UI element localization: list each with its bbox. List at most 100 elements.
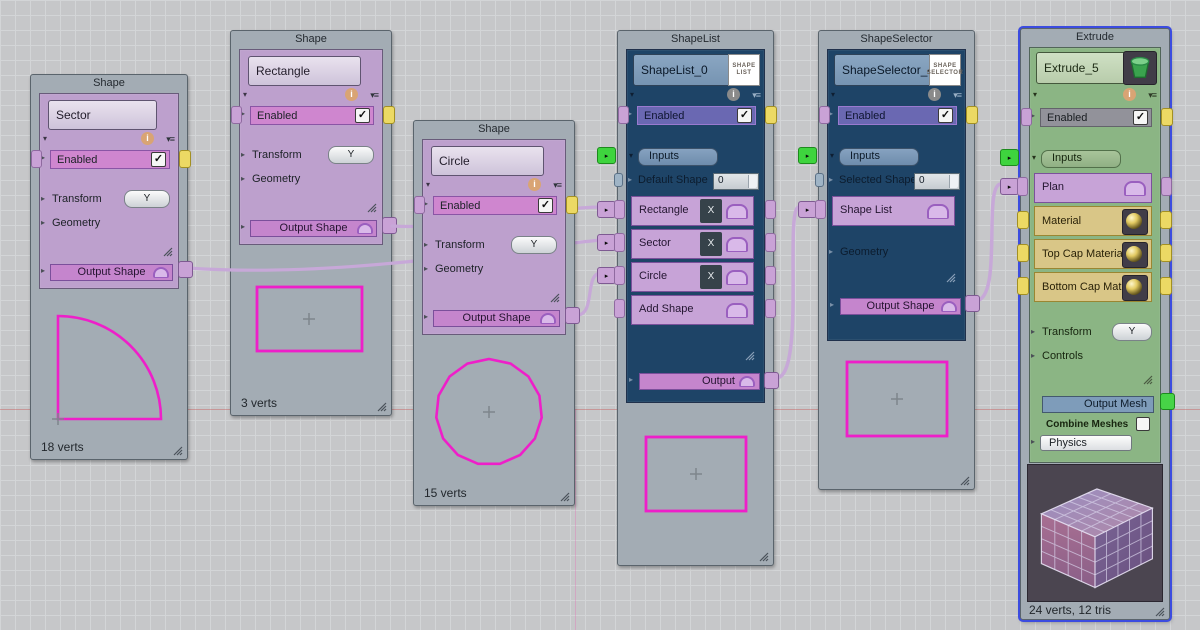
port-inputs-group[interactable]: ▸ <box>1000 149 1019 166</box>
tab-material-left[interactable] <box>1017 211 1029 229</box>
port-inputs-group[interactable]: ▸ <box>798 147 817 164</box>
port-enabled-right[interactable] <box>179 150 191 168</box>
output-shape-row[interactable]: Output Shape <box>840 298 961 315</box>
panel-resize-handle[interactable] <box>945 272 956 283</box>
expand-arrow-icon[interactable]: ▸ <box>829 247 833 256</box>
top-cap-material-row[interactable]: Top Cap Material <box>1034 239 1152 269</box>
shape-list-input-row[interactable]: Shape List <box>832 196 955 226</box>
bottom-cap-material-row[interactable]: Bottom Cap Material <box>1034 272 1152 302</box>
expand-arrow-icon[interactable]: ▸ <box>1031 351 1035 360</box>
remove-shape-button[interactable]: X <box>700 232 722 256</box>
expand-arrow-icon[interactable]: ▸ <box>628 175 632 184</box>
tab-rectangle-right[interactable] <box>765 200 776 219</box>
output-row[interactable]: Output <box>639 373 760 390</box>
output-shape-row[interactable]: Output Shape <box>433 310 560 327</box>
port-enabled-left[interactable] <box>31 150 42 168</box>
node-shapeselector[interactable]: ShapeSelector ShapeSelector_4 Shape Sele… <box>818 30 975 490</box>
physics-button[interactable]: Physics <box>1040 435 1132 451</box>
tab-circle-right[interactable] <box>765 266 776 285</box>
expand-arrow-icon[interactable]: ▸ <box>1031 327 1035 336</box>
tab-input-sector[interactable] <box>614 233 625 252</box>
collapse-icon[interactable]: ▾ <box>831 90 835 99</box>
node-resize-handle[interactable] <box>376 401 387 412</box>
geometry-label[interactable]: Geometry <box>52 217 100 229</box>
tab-shape-list-input[interactable] <box>815 200 826 219</box>
expand-arrow-icon[interactable]: ▸ <box>241 174 245 183</box>
tab-input-circle[interactable] <box>614 266 625 285</box>
collapse-icon[interactable]: ▾ <box>243 90 247 99</box>
node-title[interactable]: ShapeList <box>618 31 773 48</box>
tab-top-cap-left[interactable] <box>1017 244 1029 262</box>
tab-sector-right[interactable] <box>765 233 776 252</box>
tab-top-cap-right[interactable] <box>1160 244 1172 262</box>
port-output-shape[interactable] <box>565 307 580 324</box>
menu-icon[interactable]: ▾≡ <box>953 90 961 101</box>
expand-arrow-icon[interactable]: ▸ <box>629 375 633 384</box>
node-shapelist[interactable]: ShapeList ShapeList_0 Shape List ▾ i ▾≡ … <box>617 30 774 566</box>
tab-input-rectangle[interactable] <box>614 200 625 219</box>
tab-material-right[interactable] <box>1160 211 1172 229</box>
port-inputs-group[interactable]: ▸ <box>597 147 616 164</box>
menu-icon[interactable]: ▾≡ <box>166 134 174 145</box>
shape-row-rectangle[interactable]: Rectangle X <box>631 196 754 226</box>
name-field[interactable]: Sector <box>48 100 157 130</box>
node-shape-sector[interactable]: Shape Sector ▾ i ▾≡ ▸ Enabled ✓ ▸ Transf… <box>30 74 188 460</box>
name-field[interactable]: ShapeList_0 <box>633 54 736 86</box>
menu-icon[interactable]: ▾≡ <box>553 180 561 191</box>
node-title[interactable]: ShapeSelector <box>819 31 974 48</box>
inputs-collapse-icon[interactable]: ▾ <box>830 151 834 160</box>
expand-arrow-icon[interactable]: ▸ <box>424 264 428 273</box>
expand-arrow-icon[interactable]: ▸ <box>424 312 428 321</box>
port-output-shape[interactable] <box>965 295 980 312</box>
selected-shape-value[interactable]: 0 <box>914 173 960 190</box>
port-enabled-left[interactable] <box>231 106 242 124</box>
y-axis-button[interactable]: Y <box>511 236 557 254</box>
enabled-row[interactable]: Enabled ✓ <box>433 196 557 215</box>
port-selected-shape[interactable] <box>815 173 824 187</box>
port-enabled-left[interactable] <box>1021 108 1032 126</box>
collapse-icon[interactable]: ▾ <box>630 90 634 99</box>
y-axis-button[interactable]: Y <box>124 190 170 208</box>
node-resize-handle[interactable] <box>758 551 769 562</box>
plan-input-row[interactable]: Plan <box>1034 173 1152 203</box>
expand-arrow-icon[interactable]: ▸ <box>830 300 834 309</box>
port-output-mesh[interactable] <box>1160 393 1175 410</box>
tab-plan-left[interactable] <box>1017 177 1028 196</box>
controls-label[interactable]: Controls <box>1042 350 1083 362</box>
enabled-row[interactable]: Enabled ✓ <box>50 150 170 169</box>
y-axis-button[interactable]: Y <box>328 146 374 164</box>
add-shape-row[interactable]: Add Shape <box>631 295 754 325</box>
enabled-checkbox[interactable]: ✓ <box>151 152 166 167</box>
name-field[interactable]: Rectangle <box>248 56 361 86</box>
expand-arrow-icon[interactable]: ▸ <box>241 150 245 159</box>
expand-arrow-icon[interactable]: ▸ <box>424 240 428 249</box>
default-shape-value[interactable]: 0 <box>713 173 759 190</box>
output-shape-row[interactable]: Output Shape <box>250 220 377 237</box>
port-output-shape[interactable] <box>382 217 397 234</box>
port-enabled-right[interactable] <box>1161 108 1173 126</box>
transform-label[interactable]: Transform <box>252 149 302 161</box>
tab-add-shape-right[interactable] <box>765 299 776 318</box>
remove-shape-button[interactable]: X <box>700 265 722 289</box>
inputs-collapse-icon[interactable]: ▾ <box>629 151 633 160</box>
panel-resize-handle[interactable] <box>744 350 755 361</box>
material-row[interactable]: Material <box>1034 206 1152 236</box>
node-resize-handle[interactable] <box>1154 606 1165 617</box>
port-enabled-right[interactable] <box>566 196 578 214</box>
shape-row-sector[interactable]: Sector X <box>631 229 754 259</box>
remove-shape-button[interactable]: X <box>700 199 722 223</box>
expand-arrow-icon[interactable]: ▸ <box>41 194 45 203</box>
name-field[interactable]: Circle <box>431 146 544 176</box>
enabled-checkbox[interactable]: ✓ <box>355 108 370 123</box>
info-icon[interactable]: i <box>528 178 541 191</box>
port-default-shape[interactable] <box>614 173 623 187</box>
enabled-row[interactable]: Enabled ✓ <box>1040 108 1152 127</box>
output-mesh-row[interactable]: Output Mesh <box>1042 396 1154 413</box>
expand-arrow-icon[interactable]: ▸ <box>1031 437 1035 446</box>
port-enabled-right[interactable] <box>383 106 395 124</box>
expand-arrow-icon[interactable]: ▸ <box>241 222 245 231</box>
node-shape-circle[interactable]: Shape Circle ▾ i ▾≡ ▸ Enabled ✓ ▸ Transf… <box>413 120 575 506</box>
tab-bottom-cap-left[interactable] <box>1017 277 1029 295</box>
inputs-group-button[interactable]: Inputs <box>1041 150 1121 168</box>
inputs-group-button[interactable]: Inputs <box>839 148 919 166</box>
